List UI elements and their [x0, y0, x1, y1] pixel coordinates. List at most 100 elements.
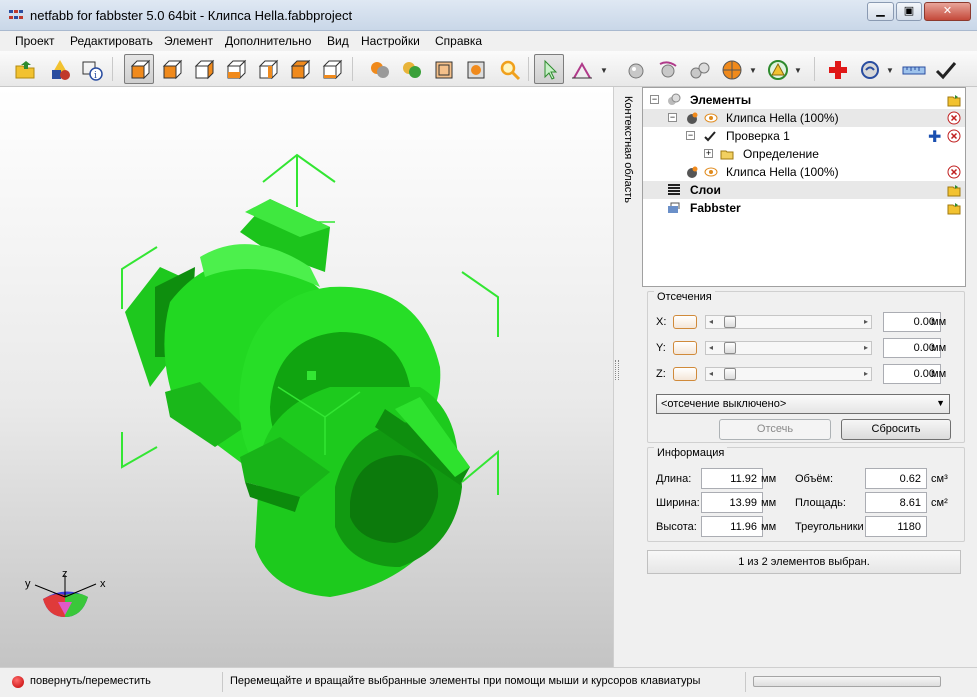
- splitter-grip-icon[interactable]: [615, 360, 619, 380]
- tree-row-check[interactable]: − Проверка 1 ✚: [643, 127, 965, 147]
- check-button[interactable]: [930, 54, 960, 84]
- clip-x-slider[interactable]: ◂ ▸: [705, 315, 872, 329]
- repair-button[interactable]: [762, 54, 792, 84]
- measure-dropdown-arrow-icon[interactable]: ▼: [600, 66, 608, 75]
- repair-icon: [768, 60, 788, 80]
- clip-y-slider[interactable]: ◂ ▸: [705, 341, 872, 355]
- project-tree[interactable]: − Элементы − Клипса Hella (100%) − Прове…: [642, 87, 966, 287]
- length-value: 11.92: [701, 468, 763, 489]
- bounding-box-button[interactable]: [460, 54, 490, 84]
- view-right-button[interactable]: [252, 54, 282, 84]
- view-front-button[interactable]: [156, 54, 186, 84]
- close-button[interactable]: ✕: [924, 2, 971, 21]
- clip-z-slider[interactable]: ◂ ▸: [705, 367, 872, 381]
- volume-label: Объём:: [795, 473, 834, 485]
- status-separator: [222, 672, 223, 692]
- wireframe-button[interactable]: [428, 54, 458, 84]
- select-pointer-button[interactable]: [534, 54, 564, 84]
- tree-label: Клипса Hella (100%): [726, 165, 839, 179]
- zoom-button[interactable]: [494, 54, 524, 84]
- clip-mode-select[interactable]: <отсечение выключено> ▼: [656, 394, 950, 414]
- color-button[interactable]: [716, 54, 746, 84]
- tree-label: Слои: [690, 183, 721, 197]
- check-icon: [704, 131, 716, 142]
- tree-row-layers[interactable]: Слои: [643, 181, 965, 199]
- menu-view[interactable]: Вид: [327, 34, 349, 48]
- view-iso-button[interactable]: [124, 54, 154, 84]
- part-info-button[interactable]: i: [76, 54, 106, 84]
- view-left-button[interactable]: [220, 54, 250, 84]
- menu-element[interactable]: Элемент: [164, 34, 213, 48]
- clip-y-label: Y:: [656, 342, 666, 354]
- toolbar-separator: [814, 57, 815, 81]
- menu-extras[interactable]: Дополнительно: [225, 34, 311, 48]
- select-pointer-icon: [544, 59, 558, 80]
- analysis-button[interactable]: [854, 54, 884, 84]
- clip-x-toggle[interactable]: [673, 315, 697, 329]
- remove-icon[interactable]: [947, 111, 961, 125]
- remove-icon[interactable]: [947, 165, 961, 179]
- rotate-button[interactable]: [652, 54, 682, 84]
- shading-button[interactable]: [364, 54, 394, 84]
- menu-project[interactable]: Проект: [15, 34, 55, 48]
- add-red-cross-icon: [829, 61, 847, 79]
- clipping-title: Отсечения: [654, 291, 715, 303]
- repair-dropdown-arrow-icon[interactable]: ▼: [794, 66, 802, 75]
- selection-status: 1 из 2 элементов выбран.: [647, 550, 961, 574]
- status-separator: [745, 672, 746, 692]
- view-back-button[interactable]: [188, 54, 218, 84]
- sphere-button[interactable]: [620, 54, 650, 84]
- model-scene: z x y: [25, 153, 499, 617]
- menu-edit[interactable]: Редактировать: [70, 34, 153, 48]
- remove-icon[interactable]: [947, 129, 961, 143]
- clip-y-unit: мм: [931, 342, 947, 354]
- 3d-viewport[interactable]: z x y: [0, 87, 613, 667]
- open-folder-icon[interactable]: [947, 183, 961, 197]
- analysis-dropdown-arrow-icon[interactable]: ▼: [886, 66, 894, 75]
- add-plus-icon[interactable]: ✚: [928, 127, 941, 147]
- menu-help[interactable]: Справка: [435, 34, 482, 48]
- add-red-cross-button[interactable]: [822, 54, 852, 84]
- zoom-icon: [500, 60, 521, 81]
- open-project-button[interactable]: [10, 54, 40, 84]
- collapse-toggle-icon[interactable]: −: [686, 131, 695, 140]
- tree-row-definition[interactable]: + Определение: [643, 145, 965, 163]
- menu-settings[interactable]: Настройки: [361, 34, 420, 48]
- view-top-button[interactable]: [284, 54, 314, 84]
- multi-spheres-button[interactable]: [684, 54, 714, 84]
- clip-model[interactable]: [125, 199, 470, 597]
- tree-row-part-2[interactable]: Клипса Hella (100%): [643, 163, 965, 181]
- open-folder-icon[interactable]: [947, 93, 961, 107]
- measure-icon: [572, 61, 592, 79]
- toolbar-separator: [528, 57, 529, 81]
- shading-icon: [371, 62, 389, 78]
- axis-y-label: y: [25, 578, 31, 590]
- ruler-icon: [902, 66, 926, 75]
- title-bar: netfabb for fabbster 5.0 64bit - Клипса …: [0, 0, 977, 31]
- textured-button[interactable]: [396, 54, 426, 84]
- clip-z-toggle[interactable]: [673, 367, 697, 381]
- reset-button[interactable]: Сбросить: [841, 419, 951, 440]
- tree-label: Fabbster: [690, 201, 741, 215]
- ruler-button[interactable]: [898, 54, 928, 84]
- tree-row-fabbster[interactable]: Fabbster: [643, 199, 965, 217]
- clip-button[interactable]: Отсечь: [719, 419, 831, 440]
- open-folder-icon[interactable]: [947, 201, 961, 215]
- collapse-toggle-icon[interactable]: −: [668, 113, 677, 122]
- view-right-icon: [258, 59, 279, 80]
- measure-button[interactable]: [566, 54, 596, 84]
- minimize-button[interactable]: ▁: [867, 2, 894, 21]
- context-area-label[interactable]: Контекстная область: [620, 96, 634, 216]
- expand-toggle-icon[interactable]: +: [704, 149, 713, 158]
- visibility-eye-icon[interactable]: [704, 165, 718, 179]
- layers-icon: [668, 184, 680, 195]
- tree-row-elements[interactable]: − Элементы: [643, 91, 965, 109]
- color-dropdown-arrow-icon[interactable]: ▼: [749, 66, 757, 75]
- collapse-toggle-icon[interactable]: −: [650, 95, 659, 104]
- tree-row-part[interactable]: − Клипса Hella (100%): [643, 109, 965, 127]
- view-bottom-button[interactable]: [316, 54, 346, 84]
- add-part-button[interactable]: [44, 54, 74, 84]
- maximize-button[interactable]: ▣: [896, 2, 922, 21]
- visibility-eye-icon[interactable]: [704, 111, 718, 125]
- clip-y-toggle[interactable]: [673, 341, 697, 355]
